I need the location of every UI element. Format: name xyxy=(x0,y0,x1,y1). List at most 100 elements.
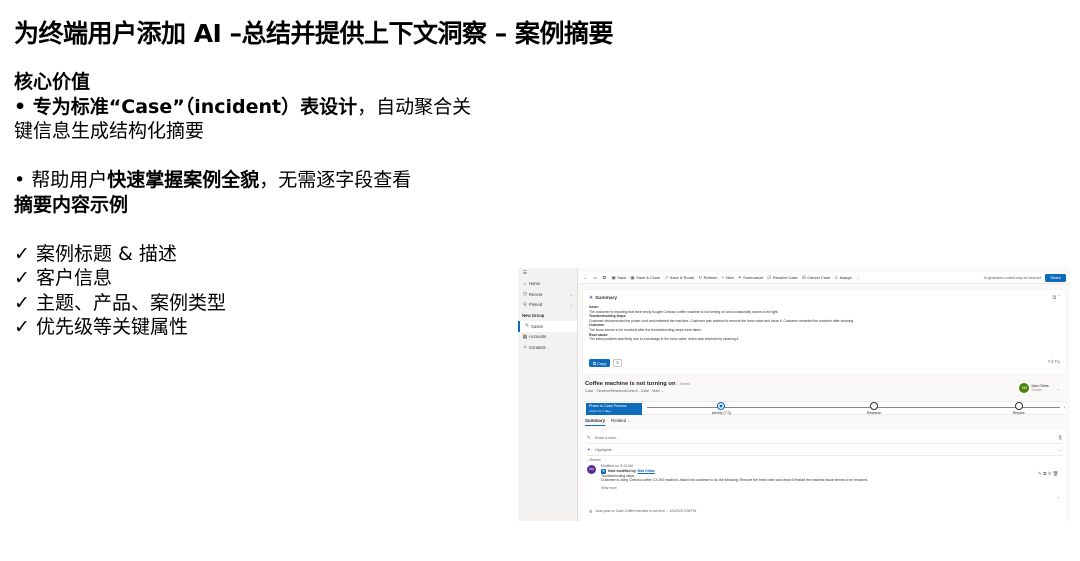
share-button[interactable]: Share xyxy=(1045,273,1066,282)
tab-related[interactable]: Related ⌄ xyxy=(611,418,630,426)
case-subtitle[interactable]: Case · Timeline/ResolvedControl - Case ·… xyxy=(585,389,1066,393)
plus-icon: + xyxy=(721,275,725,280)
pin-icon: ⚲ xyxy=(523,301,527,308)
bpf-stage[interactable]: Research xyxy=(854,402,894,415)
note-input[interactable]: ✎ Enter a note... ⎘ xyxy=(587,432,1062,444)
person-assign-icon: ♙ xyxy=(834,274,839,280)
collapse-icon[interactable]: ⧉ ⌃ xyxy=(1053,295,1060,301)
resolve-case-button[interactable]: ☑ Resolve Case xyxy=(767,275,797,281)
recent-label: ⌄ Recent xyxy=(587,458,601,462)
bullet-1-rest: ，自动聚合关 xyxy=(357,95,472,118)
owner-role: Owner xyxy=(1031,388,1043,392)
bpf-stage[interactable]: Identify (7 D) xyxy=(701,402,741,415)
bullet-1-cont: 键信息生成结构化摘要 xyxy=(14,120,205,142)
bullet-2-bold: 快速掌握案例全貌 xyxy=(107,169,260,191)
save-close-button[interactable]: ▣ Save & Close xyxy=(630,275,660,281)
home-icon: ⌂ xyxy=(523,280,527,287)
cancel-case-button[interactable]: ☒ Cancel Case xyxy=(802,275,830,281)
chevron-down-icon[interactable]: ⌄ xyxy=(1057,494,1060,500)
bullet-2: • 帮助用户快速掌握案例全貌，无需逐字段查看 xyxy=(14,168,534,193)
back-icon[interactable]: ← xyxy=(583,275,589,280)
summary-actions: ⧉ Copy ↻ xyxy=(589,359,623,367)
check-item: ✓ 优先级等关键属性 xyxy=(14,316,188,338)
bpf-stage[interactable]: Resolve xyxy=(999,402,1039,415)
copy-button[interactable]: ⧉ Copy xyxy=(589,359,611,367)
note-line: Customer is using Contoso coffee CX 200 … xyxy=(601,478,868,483)
slide-body: 核心价值 • 专为标准“Case”（incident）表设计，自动聚合关 键信息… xyxy=(14,70,534,340)
sidebar: ☰ ⌂ Home ◷ Recent ⌄ ⚲ Pinned ⌄ New Group ✎ Cas… xyxy=(518,268,578,521)
sidebar-group-label: New Group xyxy=(522,313,545,318)
stage-label: Research xyxy=(866,411,882,415)
check-item: ✓ 客户信息 xyxy=(14,267,112,289)
copilot-icon: ✦ xyxy=(587,446,591,452)
sidebar-item-home[interactable]: ⌂ Home xyxy=(518,279,577,290)
avatar: MG xyxy=(1019,383,1030,393)
case-title: Coffee machine is not turning on - Saved xyxy=(585,381,691,387)
stage-dot xyxy=(1014,402,1023,410)
example-heading: 摘要内容示例 xyxy=(14,193,129,216)
save-route-button[interactable]: ↗ Save & Route xyxy=(664,275,694,281)
popout-icon[interactable]: ⧉ xyxy=(603,275,608,280)
bullet-1-bold: • 专为标准“Case”（incident）表设计 xyxy=(14,95,358,118)
hamburger-icon[interactable]: ☰ xyxy=(518,268,577,279)
refresh-icon: ↻ xyxy=(698,274,703,280)
tab-bar: Summary Related ⌄ xyxy=(585,418,636,426)
attach-icon[interactable]: ⎘ xyxy=(1059,435,1062,440)
summarize-button[interactable]: ✦ Summarize xyxy=(738,275,764,281)
auto-post-row[interactable]: ⚙ Auto-post on Case Coffee machine is not… xyxy=(587,506,1062,516)
entry-actions[interactable]: ✎⧉⚲🗑︎ xyxy=(1038,471,1060,477)
copilot-icon: ✦ xyxy=(589,295,594,301)
assign-button[interactable]: ♙ Assign xyxy=(834,275,852,281)
chevron-down-icon[interactable]: ⌄ xyxy=(1058,447,1062,452)
owner-field[interactable]: MG Max Gibbs Owner ⌄ xyxy=(1019,383,1060,393)
chevron-down-icon: ⌄ xyxy=(569,291,573,297)
bpf-active-stage[interactable]: Phase to Case Process Active for 7 days xyxy=(586,403,642,415)
feedback-icons[interactable]: 👍︎ 👎︎ xyxy=(1048,359,1060,365)
stage-label: Resolve xyxy=(1012,411,1025,415)
stage-label: Identify (7 D) xyxy=(711,411,732,415)
chevron-down-icon[interactable]: ⌄ xyxy=(1057,386,1060,391)
sidebar-item-recent[interactable]: ◷ Recent ⌄ xyxy=(518,289,577,300)
sidebar-item-pinned[interactable]: ⚲ Pinned ⌄ xyxy=(518,300,577,311)
command-bar: ← ▭ ⧉ ▣ Save ▣ Save & Close ↗ Save & Route … xyxy=(579,272,1070,284)
refresh-button[interactable]: ↻ Refresh xyxy=(698,275,717,281)
avatar: MG xyxy=(587,465,596,474)
chevron-down-icon: ⌄ xyxy=(569,302,573,308)
sidebar-item-accounts[interactable]: ▦ Accounts xyxy=(518,332,577,343)
bullet-2-prefix: • 帮助用户 xyxy=(14,169,108,191)
document-check-icon: ☑ xyxy=(767,274,772,280)
highlights-row[interactable]: ✦ Highlights ⌄ xyxy=(587,444,1062,456)
retry-icon[interactable]: ↻ xyxy=(613,359,623,367)
new-button[interactable]: + New xyxy=(722,275,734,280)
summary-header: ✦ Summary ⧉ ⌃ xyxy=(589,295,1060,301)
bullet-1: • 专为标准“Case”（incident）表设计，自动聚合关 xyxy=(14,95,534,120)
chevron-right-icon[interactable]: › xyxy=(1063,405,1065,411)
check-item: ✓ 主题、产品、案例类型 xyxy=(14,291,226,314)
tab-summary[interactable]: Summary xyxy=(585,418,606,426)
stage-dot xyxy=(717,402,726,410)
more-icon[interactable]: ⋮ xyxy=(856,275,862,281)
ai-disclaimer: AI-generated content may be incorrect xyxy=(983,275,1042,280)
user-link[interactable]: Max Gibbs xyxy=(638,469,655,474)
timeline-entry[interactable]: MG Modified on: 5:10 AM ✎ Note modified b… xyxy=(587,464,1062,506)
app-screenshot: ☰ ⌂ Home ◷ Recent ⌄ ⚲ Pinned ⌄ New Group ✎ Cas… xyxy=(518,268,1070,521)
save-close-icon: ▣ xyxy=(630,274,635,280)
clock-icon: ◷ xyxy=(522,291,528,298)
summary-text: Issue: The customer is reporting that th… xyxy=(589,305,855,342)
chevron-left-icon[interactable]: ‹ xyxy=(641,405,643,411)
form-icon[interactable]: ▭ xyxy=(593,275,599,281)
business-process-flow: Phase to Case Process Active for 7 days ‹… xyxy=(583,401,1066,415)
timeline: ✎ Enter a note... ⎘ ✦ Highlights ⌄ ⌄ Recent … xyxy=(583,430,1066,521)
summary-card: ✦ Summary ⧉ ⌃ Issue: The customer is rep… xyxy=(583,290,1066,374)
bullet-2-rest: ，无需逐字段查看 xyxy=(259,169,412,191)
view-more-link[interactable]: View more xyxy=(601,486,1062,491)
stage-dot xyxy=(870,402,879,410)
save-button[interactable]: ▣ Save xyxy=(611,275,626,281)
sidebar-item-contacts[interactable]: ☺ Contacts xyxy=(518,342,577,353)
pencil-icon: ✎ xyxy=(587,434,591,440)
sidebar-item-cases[interactable]: ✎ Cases xyxy=(518,321,577,332)
core-value-heading: 核心价值 xyxy=(14,71,91,93)
building-icon: ▦ xyxy=(522,333,528,340)
